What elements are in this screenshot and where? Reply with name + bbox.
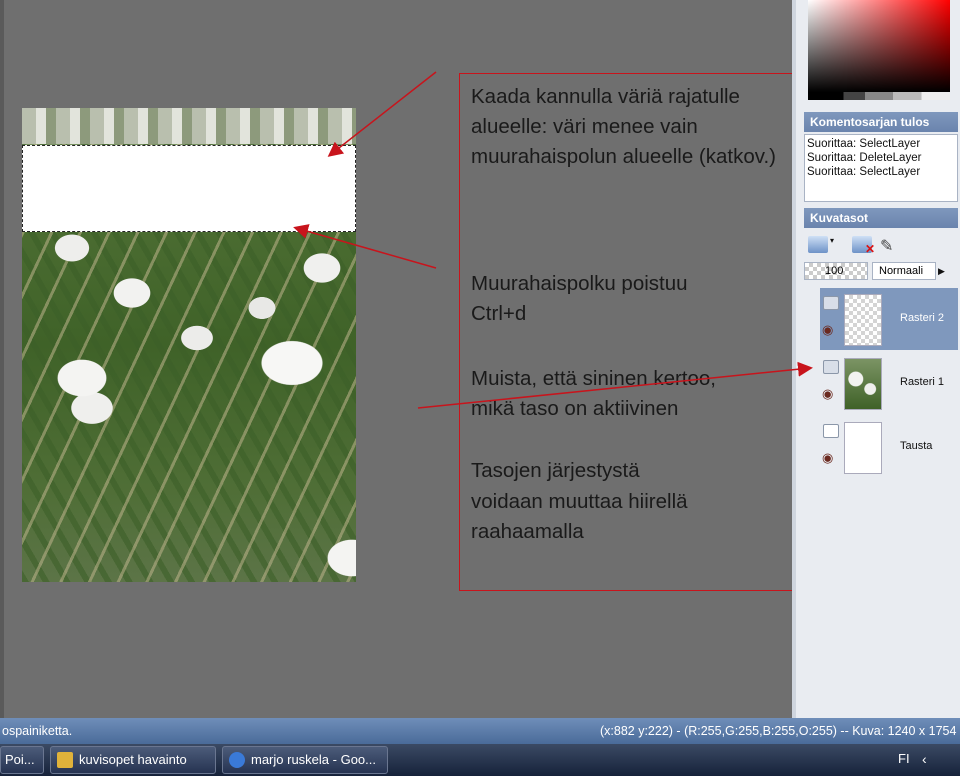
blend-mode-select[interactable]: Normaali (872, 262, 936, 280)
canvas-workspace[interactable]: Kaada kannulla väriä rajatulle alueelle:… (0, 0, 842, 718)
layer-thumbnail (844, 422, 882, 474)
layer-rasteri-1[interactable]: ◉ Rasteri 1 (820, 352, 958, 414)
annotation-line: Muurahaispolku poistuu (471, 272, 688, 295)
task-label: kuvisopet havainto (79, 752, 187, 767)
status-bar: ospainiketta. (x:882 y:222) - (R:255,G:2… (0, 718, 960, 744)
color-picker[interactable] (808, 0, 950, 92)
layer-name: Rasteri 1 (900, 376, 945, 388)
layers-toolbar: ▾ ✕ ✎ (804, 232, 958, 258)
script-line: Suorittaa: DeleteLayer (807, 152, 922, 164)
chevron-left-icon[interactable]: ‹ (922, 751, 927, 767)
status-coordinates: (x:882 y:222) - (R:255,G:255,B:255,O:255… (600, 724, 960, 738)
layers-title: Kuvatasot (804, 208, 958, 228)
layer-thumbnail (844, 294, 882, 346)
task-button[interactable]: kuvisopet havainto (50, 746, 216, 774)
annotation-line: Ctrl+d (471, 302, 527, 325)
layer-name: Tausta (900, 440, 933, 452)
eye-icon[interactable]: ◉ (822, 386, 833, 402)
layer-rasteri-2[interactable]: ◉ Rasteri 2 (820, 288, 958, 350)
annotation-line: Kaada kannulla väriä rajatulle (471, 85, 740, 108)
arrow-to-selection (327, 71, 437, 157)
script-line: Suorittaa: SelectLayer (807, 138, 921, 150)
layer-type-icon (823, 424, 839, 438)
task-button[interactable]: Poi... (0, 746, 44, 774)
opacity-field[interactable]: 100 (804, 262, 868, 280)
eye-icon[interactable]: ◉ (822, 450, 833, 466)
annotation-box: Kaada kannulla väriä rajatulle alueelle:… (459, 73, 842, 591)
script-line: Suorittaa: SelectLayer (807, 166, 921, 178)
annotation-line: raahaamalla (471, 520, 584, 543)
caret-right-icon[interactable]: ▶ (938, 264, 948, 278)
layer-type-icon (823, 360, 839, 374)
task-button[interactable]: marjo ruskela - Goo... (222, 746, 388, 774)
annotation-line: voidaan muuttaa hiirellä (471, 490, 688, 513)
layer-options-row: 100 Normaali ▶ (804, 262, 958, 282)
layer-thumbnail (844, 358, 882, 410)
taskbar: Poi... kuvisopet havainto marjo ruskela … (0, 744, 960, 776)
layer-tausta[interactable]: ◉ Tausta (820, 416, 958, 478)
arrow-to-selection-edge (293, 224, 437, 269)
folder-icon (57, 752, 73, 768)
right-palette: Komentosarjan tulos Suorittaa: SelectLay… (792, 0, 960, 718)
script-output-list: Suorittaa: SelectLayer Suorittaa: Delete… (804, 134, 958, 202)
new-layer-icon[interactable] (808, 236, 828, 253)
chevron-down-icon[interactable]: ▾ (830, 236, 838, 253)
swatch-strip[interactable] (808, 92, 950, 100)
delete-layer-icon[interactable]: ✕ (852, 236, 875, 256)
browser-icon (229, 752, 245, 768)
layer-type-icon (823, 296, 839, 310)
layer-name: Rasteri 2 (900, 312, 945, 324)
annotation-line: Tasojen järjestystä (471, 459, 640, 482)
language-indicator[interactable]: FI (898, 744, 910, 774)
script-output-title: Komentosarjan tulos (804, 112, 958, 132)
eye-icon[interactable]: ◉ (822, 322, 833, 338)
annotation-line: alueelle: väri menee vain (471, 115, 698, 138)
brush-icon[interactable]: ✎ (880, 236, 900, 255)
status-hint: ospainiketta. (2, 724, 73, 738)
annotation-line: muurahaispolun alueelle (katkov.) (471, 145, 777, 168)
annotation-line: Muista, että sininen kertoo, (471, 367, 716, 390)
task-label: marjo ruskela - Goo... (251, 752, 376, 767)
annotation-line: mikä taso on aktiivinen (471, 397, 679, 420)
